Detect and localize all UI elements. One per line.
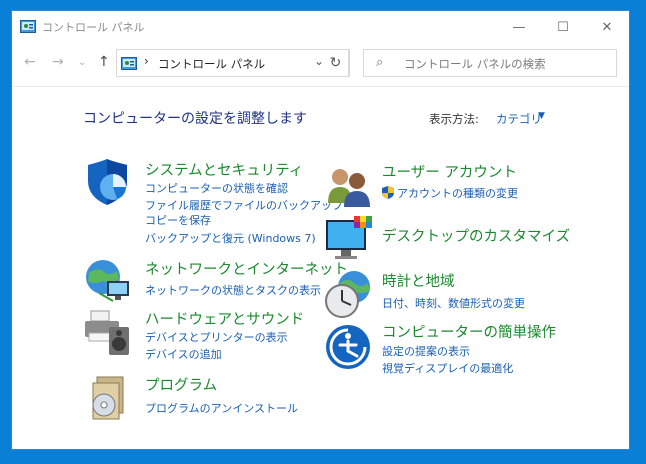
link-uninstall-program[interactable]: プログラムのアンインストール xyxy=(145,400,298,416)
view-by-arrow-icon[interactable]: ▼ xyxy=(538,111,545,121)
forward-arrow-icon[interactable]: → xyxy=(52,54,64,70)
breadcrumb[interactable]: コントロール パネル xyxy=(158,56,265,72)
category-title-clock-region[interactable]: 時計と地域 xyxy=(382,270,455,291)
title-bar[interactable]: コントロール パネル — ☐ ✕ xyxy=(12,11,629,43)
back-arrow-icon[interactable]: ← xyxy=(24,54,36,70)
shield-icon[interactable] xyxy=(83,157,133,207)
search-input[interactable]: ⌕ コントロール パネルの検索 xyxy=(363,49,617,77)
control-panel-icon xyxy=(20,20,36,33)
ease-of-access-icon[interactable] xyxy=(324,323,374,373)
link-suggested-settings[interactable]: 設定の提案の表示 xyxy=(382,343,470,359)
control-panel-window: コントロール パネル — ☐ ✕ ← → ⌄ ↑ › コントロール パネル ⌄ … xyxy=(11,10,630,450)
link-network-status[interactable]: ネットワークの状態とタスクの表示 xyxy=(145,282,321,298)
category-title-desktop-customization[interactable]: デスクトップのカスタマイズ xyxy=(382,225,570,246)
category-title-system-security[interactable]: システムとセキュリティ xyxy=(145,159,303,180)
clock-globe-icon[interactable] xyxy=(324,269,374,319)
category-title-network-internet[interactable]: ネットワークとインターネット xyxy=(145,258,348,279)
navigation-bar: ← → ⌄ ↑ › コントロール パネル ⌄ ↻ ⌕ コントロール パネルの検索 xyxy=(12,46,629,80)
control-panel-icon xyxy=(121,57,137,70)
link-save-copy[interactable]: コピーを保存 xyxy=(145,212,211,228)
window-title: コントロール パネル xyxy=(42,21,145,34)
category-title-ease-of-access[interactable]: コンピューターの簡単操作 xyxy=(382,321,556,342)
view-by-dropdown[interactable]: カテゴリ xyxy=(496,111,542,127)
link-add-device[interactable]: デバイスの追加 xyxy=(145,346,222,362)
page-title: コンピューターの設定を調整します xyxy=(83,111,307,127)
search-placeholder: コントロール パネルの検索 xyxy=(404,57,546,71)
category-title-programs[interactable]: プログラム xyxy=(145,374,217,395)
printer-speaker-icon[interactable] xyxy=(83,307,133,357)
link-devices-printers[interactable]: デバイスとプリンターの表示 xyxy=(145,329,288,345)
link-file-history-backup[interactable]: ファイル履歴でファイルのバックアップ xyxy=(145,197,343,213)
view-by-label: 表示方法: xyxy=(429,112,479,126)
link-optimize-visual-display[interactable]: 視覚ディスプレイの最適化 xyxy=(382,360,513,376)
link-change-account-type-label: アカウントの種類の変更 xyxy=(397,187,518,200)
divider xyxy=(12,86,629,87)
programs-disc-icon[interactable] xyxy=(83,373,133,423)
breadcrumb-separator-icon[interactable]: › xyxy=(144,54,149,68)
refresh-button[interactable]: ↻ xyxy=(322,49,350,77)
maximize-button[interactable]: ☐ xyxy=(541,11,585,43)
recent-locations-chevron-icon[interactable]: ⌄ xyxy=(78,57,86,68)
uac-shield-icon xyxy=(382,186,394,199)
close-button[interactable]: ✕ xyxy=(585,11,629,43)
link-change-account-type[interactable]: アカウントの種類の変更 xyxy=(382,185,518,201)
category-title-user-accounts[interactable]: ユーザー アカウント xyxy=(382,161,517,182)
address-bar[interactable]: › コントロール パネル ⌄ xyxy=(116,49,349,77)
category-title-hardware-sound[interactable]: ハードウェアとサウンド xyxy=(145,308,304,329)
minimize-button[interactable]: — xyxy=(497,11,541,43)
up-arrow-icon[interactable]: ↑ xyxy=(98,54,110,70)
network-globe-icon[interactable] xyxy=(83,255,133,305)
monitor-palette-icon[interactable] xyxy=(324,214,374,264)
link-backup-restore[interactable]: バックアップと復元 (Windows 7) xyxy=(145,230,316,246)
users-icon[interactable] xyxy=(324,163,374,213)
link-change-date-time-format[interactable]: 日付、時刻、数値形式の変更 xyxy=(382,295,525,311)
search-icon: ⌕ xyxy=(376,55,384,70)
link-check-status[interactable]: コンピューターの状態を確認 xyxy=(145,180,288,196)
